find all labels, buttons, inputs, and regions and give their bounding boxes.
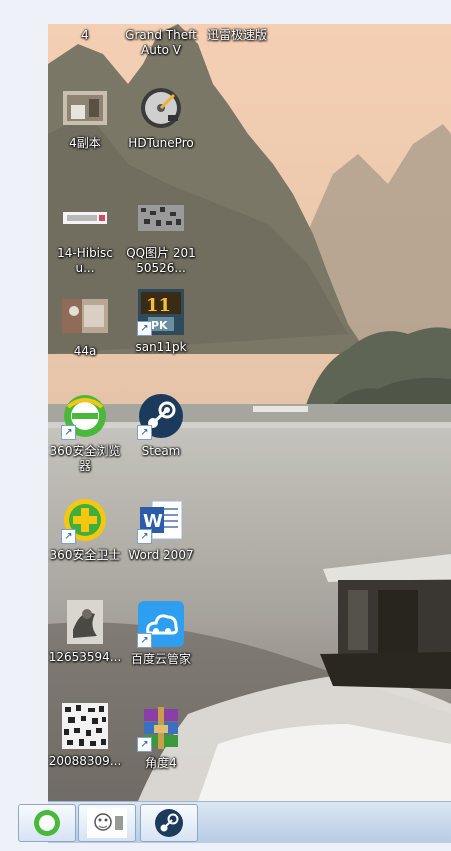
desktop-icon-qq-image[interactable]: QQ图片 20150526... xyxy=(124,194,198,276)
desktop-icon-thunder[interactable]: 迅雷极速版 xyxy=(200,24,274,43)
desktop-icon-44a[interactable]: 44a xyxy=(48,292,122,359)
desktop-icon-gta-v[interactable]: Grand Theft Auto V xyxy=(124,24,198,58)
icon-label: 4 xyxy=(81,28,89,42)
desktop-icon-4-copy[interactable]: 4副本 xyxy=(48,84,122,151)
icon-label: 360安全卫士 xyxy=(49,548,121,562)
shortcut-arrow-icon: ↗ xyxy=(137,425,152,440)
svg-text:11: 11 xyxy=(146,295,171,316)
shortcut-arrow-icon: ↗ xyxy=(137,737,152,752)
icon-label: 12653594... xyxy=(48,650,122,664)
icon-label: QQ图片 20150526... xyxy=(126,246,196,275)
svg-text:PK: PK xyxy=(151,319,168,332)
icon-label: HDTunePro xyxy=(128,136,194,150)
taskbar xyxy=(18,801,451,844)
baidu-cloud-icon: ↗ xyxy=(137,600,185,648)
desktop-icon-steam[interactable]: ↗ Steam xyxy=(124,392,198,459)
word-icon: W ↗ xyxy=(137,496,185,544)
desktop-icon-14-hibiscus[interactable]: 14-Hibiscu... xyxy=(48,194,122,276)
icon-label: 44a xyxy=(73,344,97,358)
shortcut-arrow-icon: ↗ xyxy=(61,425,76,440)
san11pk-icon: 11 PK ↗ xyxy=(137,288,185,336)
winrar-icon: ↗ xyxy=(137,704,185,752)
screen-border xyxy=(0,843,451,851)
image-thumbnail-icon xyxy=(87,808,127,838)
hard-disk-icon xyxy=(137,84,185,132)
desktop-icon-word-2007[interactable]: W ↗ Word 2007 xyxy=(124,496,198,563)
icon-label: 20088309... xyxy=(48,754,122,768)
taskbar-button-360-browser[interactable] xyxy=(18,804,76,842)
taskbar-button-steam[interactable] xyxy=(140,804,198,842)
image-file-icon xyxy=(137,194,185,242)
taskbar-button-image[interactable] xyxy=(78,804,136,842)
desktop-icon-san11pk[interactable]: 11 PK ↗ san11pk xyxy=(124,288,198,355)
steam-icon xyxy=(155,809,183,837)
photo-icon xyxy=(61,598,109,646)
shortcut-arrow-icon: ↗ xyxy=(137,529,152,544)
icon-label: Steam xyxy=(141,444,181,458)
icon-label: san11pk xyxy=(135,340,187,354)
steam-icon: ↗ xyxy=(137,392,185,440)
browser-360-icon: ↗ xyxy=(61,392,109,440)
image-file-icon xyxy=(61,702,109,750)
shortcut-arrow-icon: ↗ xyxy=(61,529,76,544)
security-360-icon: ↗ xyxy=(61,496,109,544)
desktop-icon-360-browser[interactable]: ↗ 360安全浏览器 xyxy=(48,392,122,474)
icon-label: Word 2007 xyxy=(128,548,194,562)
photo-icon xyxy=(61,292,109,340)
desktop-icon-20088309[interactable]: 20088309... xyxy=(48,702,122,769)
icon-label: 角度4 xyxy=(145,756,177,770)
shortcut-arrow-icon: ↗ xyxy=(137,633,152,648)
desktop-icon-360-security[interactable]: ↗ 360安全卫士 xyxy=(48,496,122,563)
icon-label: 14-Hibiscu... xyxy=(57,246,113,275)
desktop: 4 4副本 14-Hibiscu... 44a ↗ 360安全浏览器 ↗ 360… xyxy=(48,24,451,801)
browser-360-icon xyxy=(34,810,60,836)
icon-label: 迅雷极速版 xyxy=(206,28,267,42)
icon-label: 360安全浏览器 xyxy=(49,444,121,473)
image-file-icon xyxy=(61,194,109,242)
icon-label: Grand Theft Auto V xyxy=(125,28,197,57)
desktop-icon-baidu-cloud[interactable]: ↗ 百度云管家 xyxy=(124,600,198,667)
desktop-icon-4[interactable]: 4 xyxy=(48,24,122,43)
desktop-icon-jiaodu4[interactable]: ↗ 角度4 xyxy=(124,704,198,771)
desktop-icon-12653594[interactable]: 12653594... xyxy=(48,598,122,665)
icon-label: 百度云管家 xyxy=(130,652,191,666)
photo-icon xyxy=(61,84,109,132)
icon-label: 4副本 xyxy=(69,136,101,150)
desktop-icon-hdtunepro[interactable]: HDTunePro xyxy=(124,84,198,151)
shortcut-arrow-icon: ↗ xyxy=(137,321,152,336)
